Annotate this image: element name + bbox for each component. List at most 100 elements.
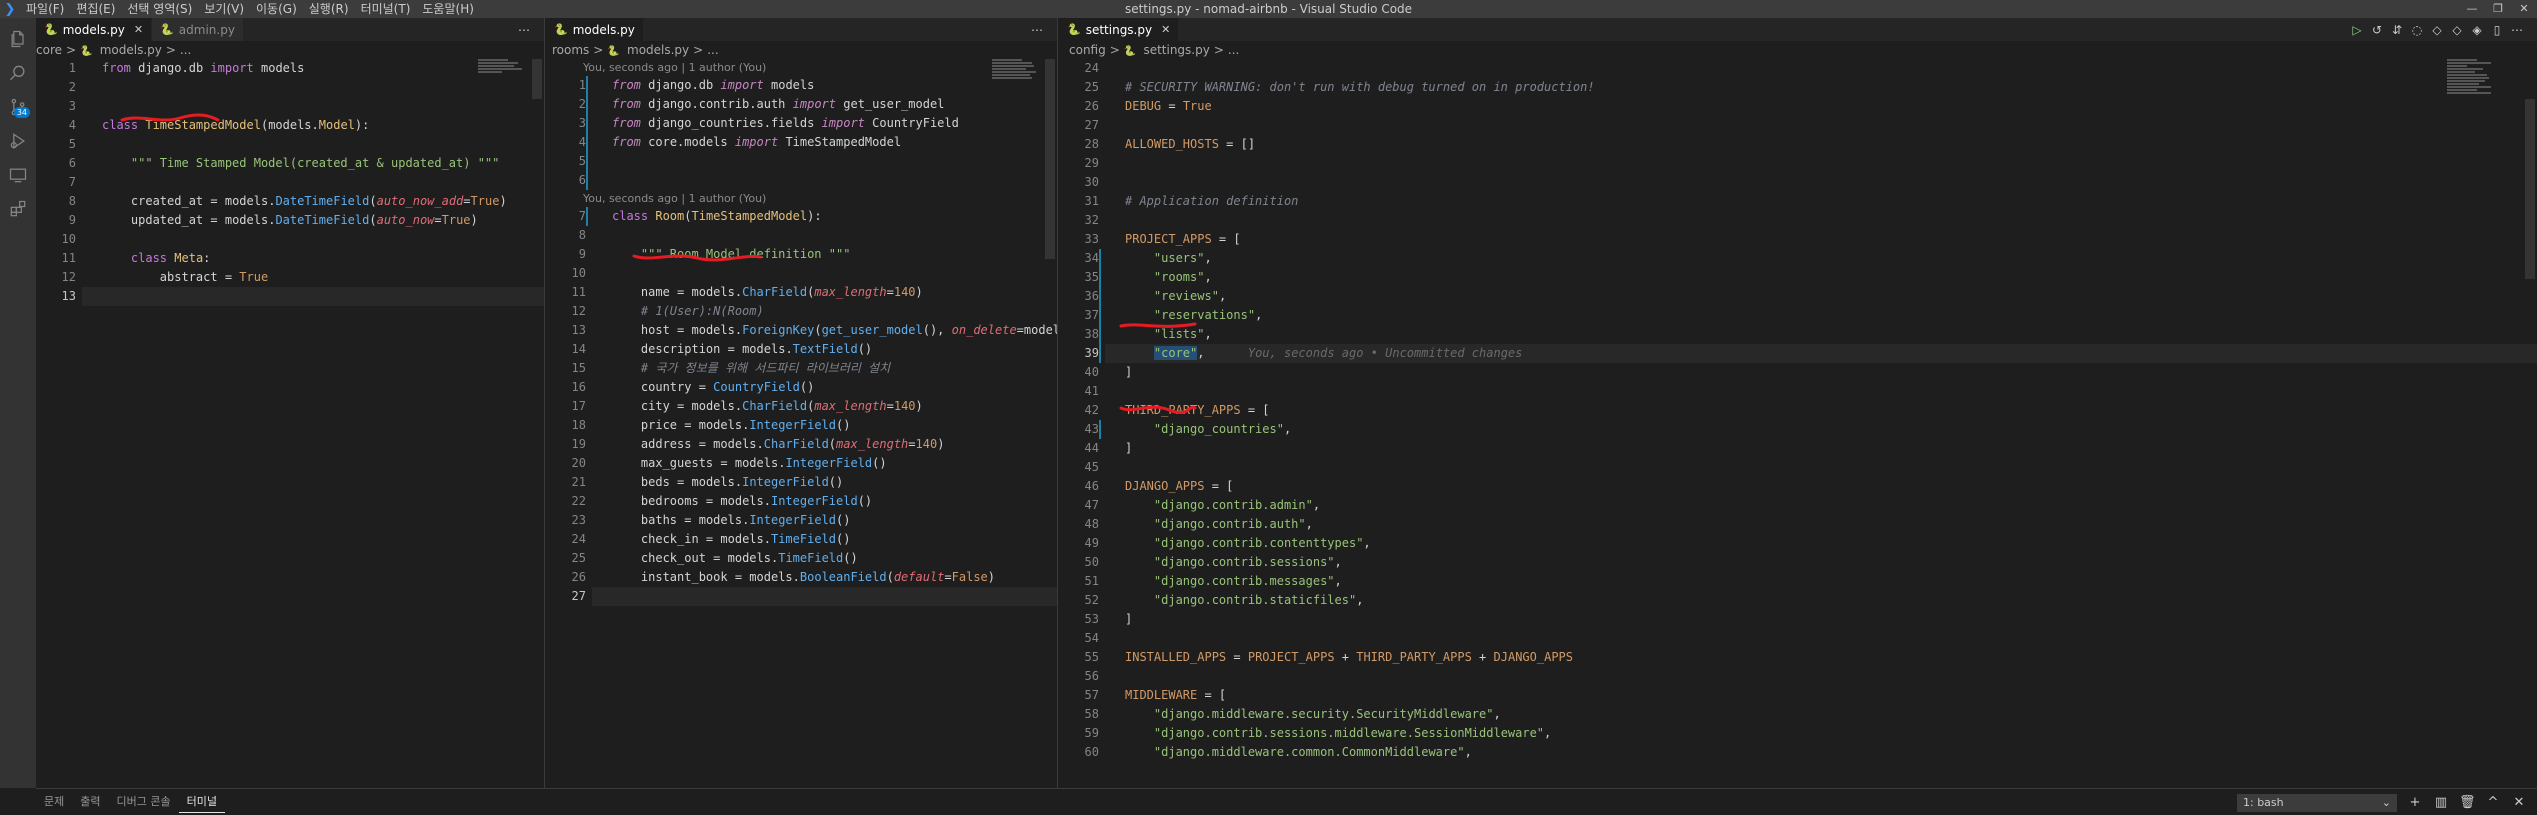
terminal-select[interactable]: 1: bash ⌄ (2237, 793, 2397, 812)
minimap[interactable] (992, 59, 1046, 91)
code-line[interactable]: 5 (546, 152, 1057, 171)
git-lens-icon[interactable]: ◈ (2467, 23, 2487, 37)
code-line[interactable]: 12 abstract = True (36, 268, 544, 287)
code-line[interactable]: 2 from django.contrib.auth import get_use… (546, 95, 1057, 114)
code-line[interactable]: 27 (546, 587, 1057, 606)
tab-rooms-models[interactable]: 🐍 models.py (546, 18, 644, 41)
menu-item[interactable]: 파일(F) (20, 0, 70, 18)
code-editor[interactable]: 1 from django.db import models 2 3 4 class Ti… (36, 59, 544, 788)
code-line[interactable]: 58 "django.middleware.security.SecurityM… (1059, 705, 2537, 724)
code-line[interactable]: 30 (1059, 173, 2537, 192)
menu-item[interactable]: 선택 영역(S) (121, 0, 198, 18)
code-line[interactable]: 24 check_in = models.TimeField() (546, 530, 1057, 549)
code-line[interactable]: 12 # 1(User):N(Room) (546, 302, 1057, 321)
code-line[interactable]: 3 (36, 97, 544, 116)
code-line[interactable]: 48 "django.contrib.auth", (1059, 515, 2537, 534)
code-line[interactable]: 59 "django.contrib.sessions.middleware.S… (1059, 724, 2537, 743)
breadcrumb-item[interactable]: rooms (552, 43, 593, 57)
code-line[interactable]: 1 from django.db import models (546, 76, 1057, 95)
tab-core-admin[interactable]: 🐍 admin.py (152, 18, 244, 41)
code-line[interactable]: 41 (1059, 382, 2537, 401)
code-line[interactable]: 3 from django_countries.fields import Cou… (546, 114, 1057, 133)
menu-item[interactable]: 편집(E) (70, 0, 121, 18)
scrollbar[interactable] (1043, 59, 1057, 788)
code-line[interactable]: 34 "users", (1059, 249, 2537, 268)
code-line[interactable]: 4 from core.models import TimeStampedMode… (546, 133, 1057, 152)
code-line[interactable]: 33 PROJECT_APPS = [ (1059, 230, 2537, 249)
code-line[interactable]: 31 # Application definition (1059, 192, 2537, 211)
code-line[interactable]: 21 beds = models.IntegerField() (546, 473, 1057, 492)
tab-settings[interactable]: 🐍 settings.py ✕ (1059, 18, 1180, 41)
code-line[interactable]: 26 instant_book = models.BooleanField(de… (546, 568, 1057, 587)
remote-explorer-icon[interactable] (0, 158, 36, 192)
code-line[interactable]: 9 updated_at = models.DateTimeField(auto… (36, 211, 544, 230)
code-line[interactable]: 14 description = models.TextField() (546, 340, 1057, 359)
breadcrumb-item[interactable]: ... (1228, 43, 1243, 57)
code-line[interactable]: 29 (1059, 154, 2537, 173)
code-line[interactable]: 54 (1059, 629, 2537, 648)
code-line[interactable]: 45 (1059, 458, 2537, 477)
code-editor[interactable]: 24 25 # SECURITY WARNING: don't run with d… (1059, 59, 2537, 788)
menu-item[interactable]: 터미널(T) (355, 0, 417, 18)
code-line[interactable]: 11 name = models.CharField(max_length=14… (546, 283, 1057, 302)
code-line[interactable]: 36 "reviews", (1059, 287, 2537, 306)
code-line[interactable]: 23 baths = models.IntegerField() (546, 511, 1057, 530)
code-line[interactable]: 44] (1059, 439, 2537, 458)
code-line[interactable]: 19 address = models.CharField(max_length… (546, 435, 1057, 454)
code-line[interactable]: 42 THIRD_PARTY_APPS = [ (1059, 401, 2537, 420)
code-line[interactable]: 13 (36, 287, 544, 306)
code-line[interactable]: 18 price = models.IntegerField() (546, 416, 1057, 435)
code-line[interactable]: 8 created_at = models.DateTimeField(auto… (36, 192, 544, 211)
run-icon[interactable]: ▷ (2347, 23, 2367, 37)
history-icon[interactable]: ↺ (2367, 23, 2387, 37)
code-line[interactable]: 2 (36, 78, 544, 97)
code-line[interactable]: 60 "django.middleware.common.CommonMiddl… (1059, 743, 2537, 762)
new-terminal-icon[interactable]: + (2407, 795, 2423, 810)
next-change-icon[interactable]: ◇ (2447, 23, 2467, 37)
trash-icon[interactable]: 🗑 (2459, 795, 2476, 810)
code-line[interactable]: 6 (546, 171, 1057, 190)
code-line[interactable]: 51 "django.contrib.messages", (1059, 572, 2537, 591)
code-line[interactable]: 27 (1059, 116, 2537, 135)
code-editor[interactable]: You, seconds ago | 1 author (You) 1 from d… (546, 59, 1057, 788)
tab-core-models[interactable]: 🐍 models.py ✕ (36, 18, 153, 41)
code-line[interactable]: 22 bedrooms = models.IntegerField() (546, 492, 1057, 511)
more-actions-icon[interactable]: ⋯ (1027, 23, 1047, 37)
tab-terminal[interactable]: 터미널 (178, 792, 225, 813)
breadcrumb-item[interactable]: core (36, 43, 66, 57)
restore-icon[interactable]: ❐ (2485, 0, 2511, 18)
minimize-icon[interactable]: — (2459, 0, 2485, 18)
code-line[interactable]: 50 "django.contrib.sessions", (1059, 553, 2537, 572)
search-icon[interactable] (0, 56, 36, 90)
breadcrumb-item[interactable]: 🐍 models.py (607, 43, 693, 57)
run-debug-icon[interactable] (0, 124, 36, 158)
code-line[interactable]: 24 (1059, 59, 2537, 78)
code-line[interactable]: 46 DJANGO_APPS = [ (1059, 477, 2537, 496)
code-line[interactable]: 37 "reservations", (1059, 306, 2537, 325)
code-line[interactable]: 53] (1059, 610, 2537, 629)
code-line[interactable]: 6 """ Time Stamped Model(created_at & up… (36, 154, 544, 173)
code-line[interactable]: 25 # SECURITY WARNING: don't run with deb… (1059, 78, 2537, 97)
code-line[interactable]: 38 "lists", (1059, 325, 2537, 344)
code-line[interactable]: 10 (36, 230, 544, 249)
code-line[interactable]: 57 MIDDLEWARE = [ (1059, 686, 2537, 705)
code-line[interactable]: 16 country = CountryField() (546, 378, 1057, 397)
menu-item[interactable]: 보기(V) (198, 0, 250, 18)
breadcrumb-item[interactable]: ... (180, 43, 195, 57)
tab-output[interactable]: 출력 (72, 792, 108, 812)
menu-item[interactable]: 도움말(H) (416, 0, 480, 18)
compare-icon[interactable]: ⇵ (2387, 23, 2407, 37)
code-line[interactable]: 10 (546, 264, 1057, 283)
breadcrumb-item[interactable]: config (1069, 43, 1110, 57)
more-actions-icon[interactable]: ⋯ (514, 23, 534, 37)
close-panel-icon[interactable]: ✕ (2511, 795, 2527, 810)
tab-problems[interactable]: 문제 (36, 792, 72, 812)
close-icon[interactable]: ✕ (134, 23, 143, 36)
explorer-icon[interactable] (0, 22, 36, 56)
breadcrumb-item[interactable]: 🐍 settings.py (1124, 43, 1214, 57)
breadcrumb-item[interactable]: 🐍 models.py (80, 43, 166, 57)
code-line[interactable]: 5 (36, 135, 544, 154)
code-line[interactable]: 39 "core", You, seconds ago • Uncommitte… (1059, 344, 2537, 363)
menu-item[interactable]: 실행(R) (303, 0, 355, 18)
code-line[interactable]: 26 DEBUG = True (1059, 97, 2537, 116)
